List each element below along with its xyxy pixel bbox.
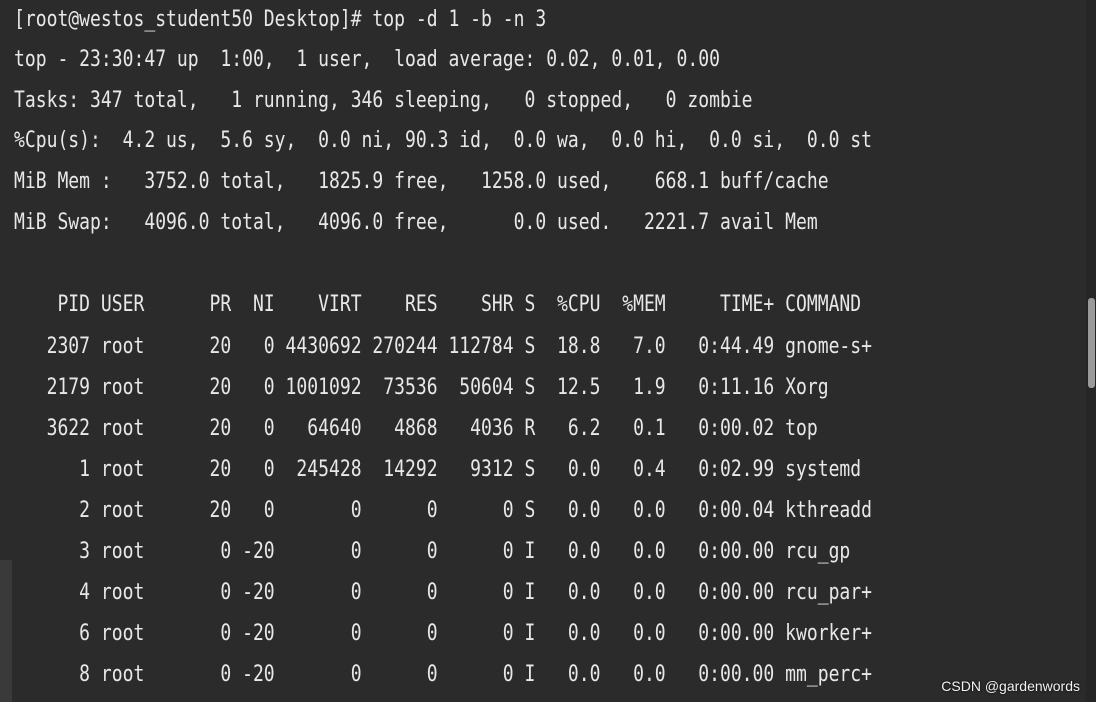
process-row: 2 root 20 0 0 0 0 S 0.0 0.0 0:00.04 kthr…	[14, 498, 873, 523]
tasks-line: Tasks: 347 total, 1 running, 346 sleepin…	[14, 88, 753, 113]
mem-line: MiB Mem : 3752.0 total, 1825.9 free, 125…	[14, 169, 829, 194]
cpu-line: %Cpu(s): 4.2 us, 5.6 sy, 0.0 ni, 90.3 id…	[14, 128, 873, 153]
process-row: 2179 root 20 0 1001092 73536 50604 S 12.…	[14, 375, 829, 400]
process-row: 6 root 0 -20 0 0 0 I 0.0 0.0 0:00.00 kwo…	[14, 621, 873, 646]
uptime-line: top - 23:30:47 up 1:00, 1 user, load ave…	[14, 47, 720, 72]
watermark: CSDN @gardenwords	[941, 678, 1080, 694]
process-table-header: PID USER PR NI VIRT RES SHR S %CPU %MEM …	[14, 292, 862, 317]
scrollbar-thumb[interactable]	[1088, 298, 1095, 388]
process-row: 3 root 0 -20 0 0 0 I 0.0 0.0 0:00.00 rcu…	[14, 539, 851, 564]
process-row: 1 root 20 0 245428 14292 9312 S 0.0 0.4 …	[14, 457, 862, 482]
vertical-scrollbar[interactable]	[1086, 0, 1096, 702]
window-edge	[0, 560, 12, 702]
command-line: [root@westos_student50 Desktop]# top -d …	[14, 7, 547, 32]
process-row: 8 root 0 -20 0 0 0 I 0.0 0.0 0:00.00 mm_…	[14, 662, 873, 687]
process-row: 2307 root 20 0 4430692 270244 112784 S 1…	[14, 334, 873, 359]
swap-line: MiB Swap: 4096.0 total, 4096.0 free, 0.0…	[14, 210, 818, 235]
terminal-window[interactable]: [root@westos_student50 Desktop]# top -d …	[0, 0, 1086, 702]
process-row: 4 root 0 -20 0 0 0 I 0.0 0.0 0:00.00 rcu…	[14, 580, 873, 605]
process-row: 3622 root 20 0 64640 4868 4036 R 6.2 0.1…	[14, 416, 818, 441]
